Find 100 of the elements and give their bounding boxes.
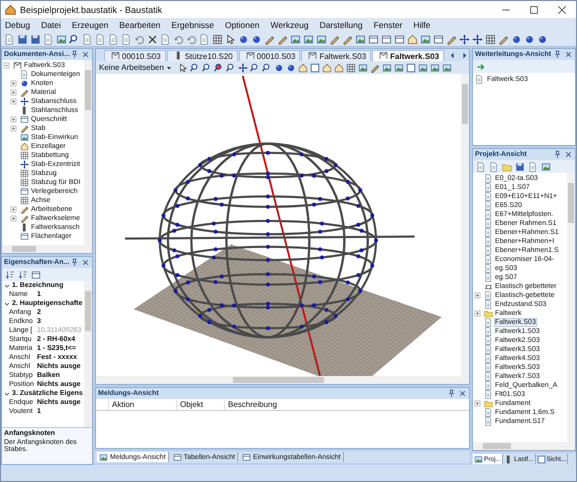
expand-icon[interactable]	[473, 309, 482, 318]
square-icon[interactable]	[310, 62, 320, 72]
close-icon[interactable]	[458, 389, 467, 398]
scrollbar[interactable]	[473, 442, 575, 450]
document-icon[interactable]	[160, 34, 171, 44]
grid-icon[interactable]	[346, 62, 356, 72]
magnifier-icon[interactable]	[214, 62, 224, 72]
document-icon[interactable]	[43, 34, 54, 44]
picture-icon[interactable]	[316, 34, 327, 44]
sort-icon[interactable]	[5, 270, 15, 280]
document-icon[interactable]	[476, 162, 486, 172]
undo-icon[interactable]	[173, 34, 184, 44]
scrollbar[interactable]	[96, 376, 469, 384]
picture-icon[interactable]	[394, 62, 404, 72]
menu-item[interactable]: Optionen	[224, 20, 260, 30]
document-icon[interactable]	[528, 162, 538, 172]
document-tab[interactable]: Stütze10.S20	[166, 50, 238, 61]
expand-icon[interactable]	[9, 205, 18, 214]
ball-icon[interactable]	[537, 34, 548, 44]
expand-icon[interactable]	[473, 399, 482, 408]
document-icon[interactable]	[108, 34, 119, 44]
picture-icon[interactable]	[303, 34, 314, 44]
move-icon[interactable]	[472, 34, 483, 44]
table-icon[interactable]	[433, 34, 444, 44]
magnifier-icon[interactable]	[250, 62, 260, 72]
ball-icon[interactable]	[274, 62, 284, 72]
move-icon[interactable]	[459, 34, 470, 44]
table-icon[interactable]	[394, 34, 405, 44]
pin-icon[interactable]	[553, 150, 562, 159]
pin-icon[interactable]	[553, 50, 562, 59]
picture-icon[interactable]	[430, 62, 440, 72]
expand-icon[interactable]	[9, 88, 18, 97]
menu-item[interactable]: Debug	[5, 20, 30, 30]
pin-icon[interactable]	[70, 258, 79, 267]
magnifier-icon[interactable]	[69, 34, 80, 44]
scrollbar[interactable]	[2, 245, 92, 253]
picture-icon[interactable]	[56, 34, 67, 44]
expand-icon[interactable]	[9, 214, 18, 223]
picture-icon[interactable]	[382, 62, 392, 72]
pin-icon[interactable]	[70, 50, 79, 59]
cursor-icon[interactable]	[225, 34, 236, 44]
picture-icon[interactable]	[290, 34, 301, 44]
close-icon[interactable]	[564, 150, 573, 159]
document-icon[interactable]	[489, 162, 499, 172]
ball-icon[interactable]	[238, 34, 249, 44]
menu-item[interactable]: Ergebnisse	[171, 20, 214, 30]
picture-icon[interactable]	[358, 62, 368, 72]
magnifier-icon[interactable]	[262, 62, 272, 72]
scrollbar[interactable]	[461, 74, 469, 376]
document-icon[interactable]	[121, 34, 132, 44]
magnifier-icon[interactable]	[202, 62, 212, 72]
cursor-icon[interactable]	[178, 62, 188, 72]
document-tab[interactable]: 00010.S03	[238, 50, 300, 61]
grid-icon[interactable]	[485, 34, 496, 44]
column-header[interactable]: Beschreibung	[225, 399, 469, 410]
undo-icon[interactable]	[186, 34, 197, 44]
pin-icon[interactable]	[447, 389, 456, 398]
document-icon[interactable]	[95, 34, 106, 44]
move-icon[interactable]	[238, 62, 248, 72]
menu-item[interactable]: Erzeugen	[72, 20, 108, 30]
table-icon[interactable]	[31, 270, 41, 280]
ball-icon[interactable]	[286, 62, 296, 72]
scrollbar[interactable]	[567, 173, 575, 442]
menu-item[interactable]: Hilfe	[413, 20, 430, 30]
sort-icon[interactable]	[18, 270, 28, 280]
document-icon[interactable]	[82, 34, 93, 44]
close-icon[interactable]	[564, 50, 573, 59]
document-tab[interactable]: Faltwerk.S03	[301, 50, 372, 61]
close-icon[interactable]	[81, 50, 90, 59]
expand-icon[interactable]	[473, 291, 482, 300]
picture-icon[interactable]	[355, 34, 366, 44]
magnifier-icon[interactable]	[190, 62, 200, 72]
menu-item[interactable]: Fenster	[374, 20, 402, 30]
expand-icon[interactable]	[9, 79, 18, 88]
picture-icon[interactable]	[541, 162, 551, 172]
document-icon[interactable]	[4, 34, 15, 44]
menu-item[interactable]: Datei	[41, 20, 61, 30]
document-tab[interactable]: 00010.S03	[104, 50, 166, 61]
ball-icon[interactable]	[251, 34, 262, 44]
column-header[interactable]: Aktion	[109, 399, 177, 410]
arrow-icon[interactable]	[476, 62, 486, 72]
cross-icon[interactable]	[147, 34, 158, 44]
ball-icon[interactable]	[511, 34, 522, 44]
square-icon[interactable]	[406, 62, 416, 72]
grid-icon[interactable]	[212, 34, 223, 44]
column-header[interactable]: Objekt	[177, 399, 225, 410]
close-icon[interactable]	[81, 258, 90, 267]
scrollbar[interactable]	[84, 281, 92, 427]
close-icon[interactable]	[556, 4, 568, 16]
table-icon[interactable]	[368, 34, 379, 44]
maximize-icon[interactable]	[528, 4, 540, 16]
document-tab[interactable]: Faltwerk.S03	[372, 50, 444, 61]
picture-icon[interactable]	[418, 62, 428, 72]
ball-icon[interactable]	[524, 34, 535, 44]
menu-item[interactable]: Bearbeiten	[119, 20, 160, 30]
menu-item[interactable]: Werkzeug	[270, 20, 309, 30]
menu-item[interactable]: Darstellung	[320, 20, 363, 30]
scrollbar[interactable]	[84, 60, 92, 245]
expand-icon[interactable]	[9, 97, 18, 106]
document-icon[interactable]	[199, 34, 210, 44]
